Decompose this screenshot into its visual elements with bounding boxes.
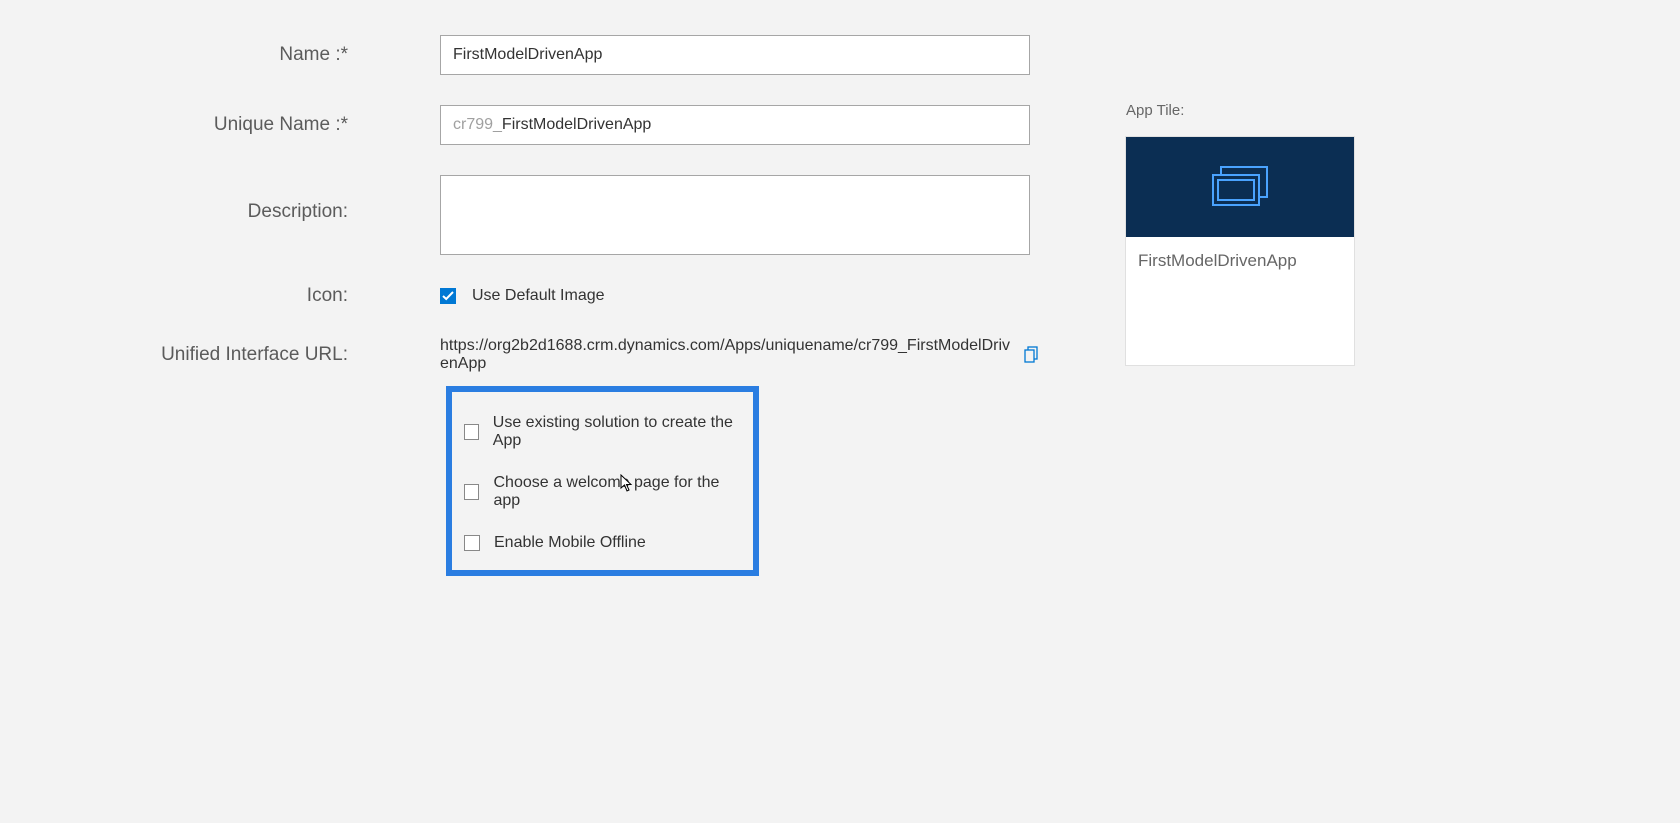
row-name: Name :* — [0, 35, 1070, 75]
label-description: Description: — [248, 201, 348, 223]
app-tile-heading: App Tile: — [1126, 102, 1354, 119]
description-input[interactable] — [440, 175, 1030, 255]
use-default-image-label: Use Default Image — [472, 287, 605, 305]
options-highlight-box: Use existing solution to create the App … — [446, 386, 759, 576]
label-name: Name :* — [279, 44, 348, 66]
row-url: Unified Interface URL: https://org2b2d16… — [0, 337, 1070, 373]
name-input[interactable] — [440, 35, 1030, 75]
unique-name-prefix: cr799_ — [453, 116, 502, 134]
label-unique-name: Unique Name :* — [214, 114, 348, 136]
option-enable-mobile-offline: Enable Mobile Offline — [464, 534, 741, 552]
unique-name-input[interactable]: cr799_FirstModelDrivenApp — [440, 105, 1030, 145]
use-existing-solution-label: Use existing solution to create the App — [493, 414, 741, 450]
option-choose-welcome-page: Choose a welcome page for the app — [464, 474, 741, 510]
app-tile-name: FirstModelDrivenApp — [1138, 251, 1342, 271]
checkmark-icon — [442, 290, 454, 302]
app-tile-icon — [1209, 165, 1271, 209]
url-text: https://org2b2d1688.crm.dynamics.com/App… — [440, 337, 1012, 373]
row-description: Description: — [0, 175, 1070, 255]
app-form: Name :* Unique Name :* cr799_FirstModelD… — [0, 35, 1070, 391]
enable-mobile-offline-checkbox[interactable] — [464, 535, 480, 551]
label-url: Unified Interface URL: — [161, 344, 348, 366]
enable-mobile-offline-label: Enable Mobile Offline — [494, 534, 646, 552]
unique-name-suffix: FirstModelDrivenApp — [502, 116, 651, 134]
copy-icon — [1024, 346, 1040, 364]
choose-welcome-page-checkbox[interactable] — [464, 484, 479, 500]
choose-welcome-page-label: Choose a welcome page for the app — [493, 474, 741, 510]
option-use-existing-solution: Use existing solution to create the App — [464, 414, 741, 450]
use-default-image-checkbox[interactable] — [440, 288, 456, 304]
row-unique-name: Unique Name :* cr799_FirstModelDrivenApp — [0, 105, 1070, 145]
use-existing-solution-checkbox[interactable] — [464, 424, 479, 440]
copy-url-button[interactable] — [1024, 346, 1040, 364]
app-tile-preview: App Tile: FirstModelDrivenApp — [1126, 102, 1354, 365]
app-tile-graphic — [1126, 137, 1354, 237]
row-icon: Icon: Use Default Image — [0, 285, 1070, 307]
label-icon: Icon: — [307, 285, 348, 307]
app-tile-card: FirstModelDrivenApp — [1126, 137, 1354, 365]
